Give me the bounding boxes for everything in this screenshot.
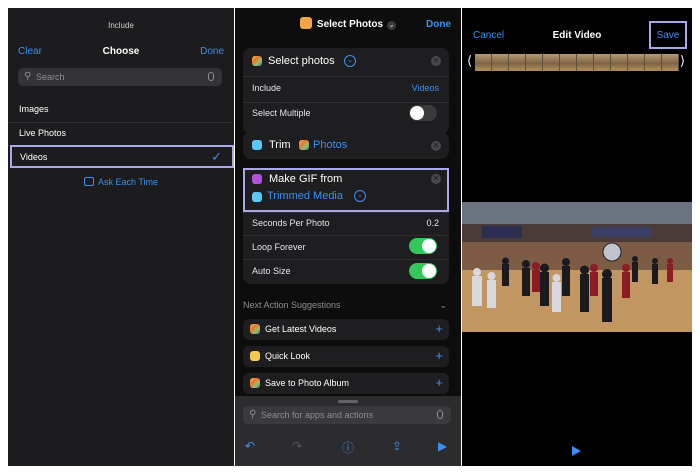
speech-bubble-icon <box>83 177 94 186</box>
action-search-input[interactable]: ⚲ Search for apps and actions <box>243 406 451 424</box>
photos-icon <box>250 378 260 388</box>
toggle-knob <box>422 239 436 253</box>
timeline-frame <box>594 54 611 71</box>
auto-size-label: Auto Size <box>252 266 291 276</box>
timeline-frame <box>577 54 594 71</box>
add-icon[interactable]: + <box>435 375 443 390</box>
seconds-per-photo-value[interactable]: 0.2 <box>426 218 439 228</box>
undo-icon[interactable]: ↶ <box>245 439 255 453</box>
include-picker-panel: Include Clear Choose Done ⚲ Search Image… <box>8 8 234 466</box>
photos-icon <box>299 140 309 150</box>
divider <box>8 122 234 123</box>
select-photos-title: Select photos <box>268 55 335 67</box>
divider <box>243 259 449 260</box>
add-icon[interactable]: + <box>435 348 443 363</box>
option-videos-label: Videos <box>20 152 48 162</box>
option-live-photos[interactable]: Live Photos <box>19 128 66 138</box>
remove-action-icon[interactable]: ✕ <box>431 141 441 151</box>
checkmark-icon: ✓ <box>211 149 222 164</box>
add-icon[interactable]: + <box>435 321 443 336</box>
redo-icon: ↷ <box>292 439 303 453</box>
timeline-frame <box>560 54 577 71</box>
timeline-frame <box>662 54 679 71</box>
select-multiple-toggle[interactable] <box>409 105 437 121</box>
chevron-down-icon[interactable]: ⌄ <box>439 300 447 311</box>
include-label: Include <box>252 83 282 93</box>
microphone-icon[interactable] <box>208 72 214 81</box>
sheet-grabber[interactable] <box>338 400 358 403</box>
remove-action-icon[interactable]: ✕ <box>431 56 441 66</box>
timeline-frame <box>645 54 662 71</box>
trim-verb: Trim <box>269 139 291 151</box>
timeline-frame <box>475 54 492 71</box>
trim-end-handle[interactable]: ⟩ <box>680 53 685 69</box>
chevron-down-icon[interactable]: ⌄ <box>344 55 356 67</box>
save-button[interactable]: Save <box>649 21 687 49</box>
share-icon[interactable]: ⇪ <box>392 439 402 453</box>
timeline-frame <box>509 54 526 71</box>
quick-look-icon <box>250 351 260 361</box>
search-placeholder: Search <box>36 72 65 82</box>
shortcut-title: Select Photos <box>316 19 384 30</box>
divider <box>243 76 449 77</box>
trim-start-handle[interactable]: ⟨ <box>467 53 472 69</box>
suggestions-header: Next Action Suggestions <box>243 300 341 310</box>
video-preview[interactable] <box>462 202 692 332</box>
action-search-sheet: ⚲ Search for apps and actions ↶ ↷ ⓘ ⇪ ▶ <box>235 396 461 466</box>
timeline-frame <box>543 54 560 71</box>
run-icon[interactable]: ▶ <box>438 439 447 453</box>
toggle-knob <box>410 106 424 120</box>
done-button[interactable]: Done <box>200 46 224 57</box>
suggestion-label: Get Latest Videos <box>265 324 337 334</box>
edit-video-panel: Cancel Edit Video Save ⟨ ⟩ <box>462 8 692 466</box>
divider <box>243 235 449 236</box>
loop-forever-toggle[interactable] <box>409 238 437 254</box>
suggestion-save-to-photo-album[interactable]: Save to Photo Album + <box>243 373 449 394</box>
ask-each-time-button[interactable]: Ask Each Time <box>8 177 234 187</box>
trim-icon <box>252 140 262 150</box>
video-timeline[interactable] <box>475 54 679 71</box>
trim-action[interactable]: Trim Photos ✕ <box>243 132 449 159</box>
shortcut-editor-panel: Select Photos ⌄ Done Select photos ⌄ ✕ In… <box>235 8 461 466</box>
loop-forever-label: Loop Forever <box>252 242 306 252</box>
suggestion-quick-look[interactable]: Quick Look + <box>243 346 449 367</box>
search-icon: ⚲ <box>249 409 257 420</box>
timeline-frame <box>492 54 509 71</box>
suggestion-get-latest-videos[interactable]: Get Latest Videos + <box>243 319 449 340</box>
sheet-title: Include <box>108 21 134 30</box>
select-multiple-label: Select Multiple <box>252 108 311 118</box>
select-photos-action[interactable]: Select photos ⌄ ✕ Include Videos Select … <box>243 48 449 134</box>
search-input[interactable]: ⚲ Search <box>18 68 222 86</box>
photos-icon <box>250 324 260 334</box>
divider <box>243 212 449 213</box>
done-button[interactable]: Done <box>426 19 451 30</box>
ask-each-time-label: Ask Each Time <box>97 177 159 187</box>
seconds-per-photo-label: Seconds Per Photo <box>252 218 330 228</box>
suggestion-label: Save to Photo Album <box>265 378 350 388</box>
action-search-placeholder: Search for apps and actions <box>261 410 374 420</box>
timeline-frame <box>628 54 645 71</box>
search-icon: ⚲ <box>24 71 32 82</box>
photos-icon <box>252 56 262 66</box>
option-videos[interactable]: Videos ✓ <box>10 145 234 168</box>
timeline-frame <box>611 54 628 71</box>
timeline-frame <box>526 54 543 71</box>
gym-scene-image <box>462 202 692 332</box>
suggestion-label: Quick Look <box>265 351 311 361</box>
auto-size-toggle[interactable] <box>409 263 437 279</box>
microphone-icon[interactable] <box>437 410 443 419</box>
save-label: Save <box>656 30 680 41</box>
info-icon[interactable]: ⓘ <box>342 439 354 456</box>
toggle-knob <box>422 264 436 278</box>
play-icon[interactable] <box>572 446 581 456</box>
make-gif-highlight <box>243 168 449 212</box>
trim-target[interactable]: Photos <box>313 139 347 151</box>
shortcut-app-icon <box>299 17 312 29</box>
include-value[interactable]: Videos <box>412 83 439 93</box>
chevron-down-icon: ⌄ <box>387 21 397 30</box>
divider <box>243 102 449 103</box>
option-images[interactable]: Images <box>19 104 49 114</box>
